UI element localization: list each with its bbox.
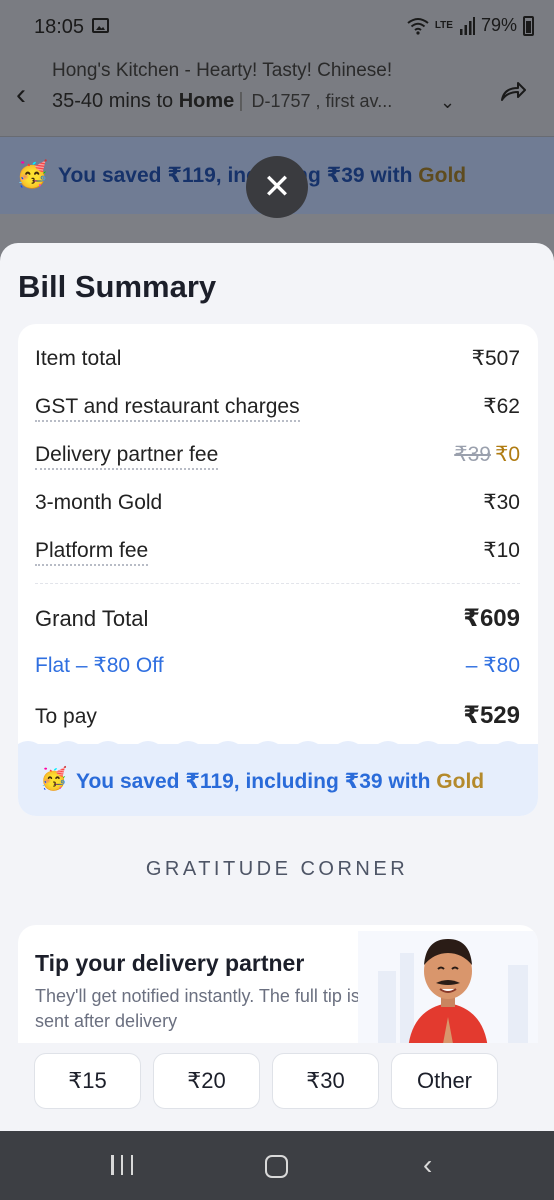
eta-text: 35-40 mins to bbox=[52, 90, 174, 112]
bill-label: 3-month Gold bbox=[35, 491, 163, 514]
bill-row-delivery-fee[interactable]: Delivery partner fee ₹39 ₹0 bbox=[35, 442, 520, 470]
discount-value: – ₹80 bbox=[465, 654, 520, 677]
bill-card: Item total ₹507 GST and restaurant charg… bbox=[18, 324, 538, 816]
bill-summary-sheet: Bill Summary Item total ₹507 GST and res… bbox=[0, 243, 554, 1131]
savings-strip: 🥳 You saved ₹119, including ₹39 with Gol… bbox=[18, 744, 538, 816]
to-pay-row: To pay ₹529 bbox=[35, 701, 520, 730]
tip-card: Tip your delivery partner They'll get no… bbox=[18, 925, 538, 1131]
tip-option-20[interactable]: ₹20 bbox=[153, 1053, 260, 1109]
grand-total-row: Grand Total ₹609 bbox=[35, 604, 520, 633]
close-button[interactable]: ✕ bbox=[246, 156, 308, 218]
party-emoji-icon: 🥳 bbox=[16, 159, 49, 189]
bill-value: ₹30 bbox=[483, 491, 520, 514]
battery-percent: 79% bbox=[480, 15, 517, 35]
delivery-address: D-1757 , first av... bbox=[251, 91, 393, 111]
divider bbox=[35, 583, 520, 584]
bill-label[interactable]: Platform fee bbox=[35, 539, 149, 566]
to-pay-value: ₹529 bbox=[463, 702, 520, 729]
new-fee: ₹0 bbox=[494, 443, 520, 466]
delivery-partner-illustration bbox=[358, 931, 538, 1049]
tip-option-other[interactable]: Other bbox=[391, 1053, 498, 1109]
lte-label: LTE bbox=[434, 19, 453, 31]
nav-back-icon[interactable]: ‹ bbox=[423, 1149, 432, 1181]
gold-label: Gold bbox=[436, 770, 485, 793]
bill-value: ₹507 bbox=[471, 347, 520, 370]
clock: 18:05 bbox=[34, 16, 85, 38]
bill-row-item-total: Item total ₹507 bbox=[35, 346, 520, 371]
eta-destination: Home bbox=[178, 90, 235, 112]
grand-total-value: ₹609 bbox=[463, 605, 520, 632]
to-pay-label: To pay bbox=[35, 705, 97, 728]
separator: | bbox=[238, 90, 244, 112]
bill-value: ₹62 bbox=[483, 395, 520, 418]
chevron-down-icon[interactable]: ⌄ bbox=[440, 92, 455, 113]
bill-label[interactable]: GST and restaurant charges bbox=[35, 395, 300, 422]
bill-label[interactable]: Delivery partner fee bbox=[35, 443, 219, 470]
system-nav-bar: ‹ bbox=[0, 1131, 554, 1200]
signal-icon bbox=[459, 16, 475, 35]
discount-label: Flat – ₹80 Off bbox=[35, 654, 164, 677]
recent-apps-icon[interactable] bbox=[111, 1155, 133, 1175]
back-arrow-icon[interactable]: ‹ bbox=[16, 78, 26, 112]
bill-value: ₹10 bbox=[483, 539, 520, 562]
share-icon[interactable] bbox=[498, 76, 528, 106]
gold-label: Gold bbox=[418, 164, 467, 187]
savings-banner-text: You saved ₹119, including ₹39 with bbox=[58, 164, 413, 187]
battery-icon bbox=[523, 15, 534, 36]
restaurant-header: ‹ Hong's Kitchen - Hearty! Tasty! Chines… bbox=[0, 52, 554, 136]
bill-row-gst[interactable]: GST and restaurant charges ₹62 bbox=[35, 394, 520, 422]
grand-total-label: Grand Total bbox=[35, 606, 149, 631]
wifi-icon bbox=[407, 17, 429, 35]
sheet-title: Bill Summary bbox=[18, 269, 217, 304]
savings-text: You saved ₹119, including ₹39 with bbox=[76, 770, 431, 793]
tip-option-15[interactable]: ₹15 bbox=[34, 1053, 141, 1109]
tip-option-30[interactable]: ₹30 bbox=[272, 1053, 379, 1109]
gratitude-heading: GRATITUDE CORNER bbox=[145, 858, 409, 880]
delivery-eta[interactable]: 35-40 mins to Home | D-1757 , first av... bbox=[52, 90, 392, 113]
gallery-notification-icon bbox=[92, 18, 109, 33]
bill-label: Item total bbox=[35, 347, 122, 370]
status-bar: 18:05 LTE 79% bbox=[0, 0, 554, 52]
close-icon: ✕ bbox=[262, 168, 292, 206]
discount-row: Flat – ₹80 Off – ₹80 bbox=[35, 653, 520, 678]
status-icons: LTE 79% bbox=[407, 15, 534, 36]
tip-title: Tip your delivery partner bbox=[35, 950, 305, 976]
tip-options: ₹15 ₹20 ₹30 Other bbox=[18, 1043, 538, 1131]
home-icon[interactable] bbox=[265, 1155, 288, 1178]
bill-row-platform-fee[interactable]: Platform fee ₹10 bbox=[35, 538, 520, 566]
restaurant-name: Hong's Kitchen - Hearty! Tasty! Chinese! bbox=[52, 60, 393, 81]
bill-row-gold: 3-month Gold ₹30 bbox=[35, 490, 520, 515]
old-fee: ₹39 bbox=[454, 443, 491, 466]
party-emoji-icon: 🥳 bbox=[40, 766, 68, 791]
tip-subtitle: They'll get notified instantly. The full… bbox=[35, 986, 360, 1031]
